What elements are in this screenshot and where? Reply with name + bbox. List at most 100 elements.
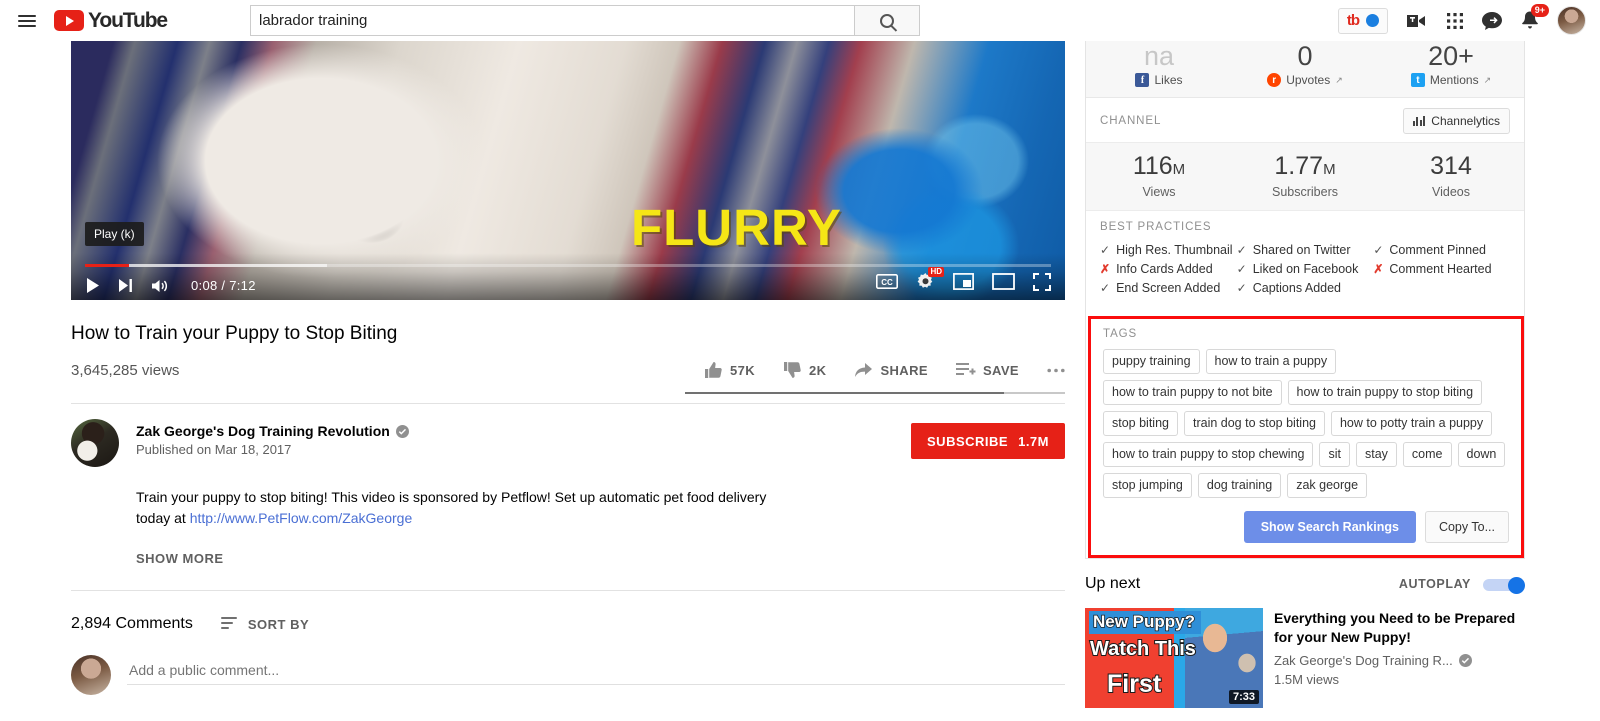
channel-section-header: CHANNEL Channelytics xyxy=(1086,98,1524,142)
tag-item[interactable]: stop jumping xyxy=(1103,473,1192,498)
channel-stat-subscribers: 1.77M Subscribers xyxy=(1232,152,1378,199)
masthead-right-icons: tb 9+ xyxy=(1337,0,1586,41)
play-button[interactable] xyxy=(85,277,101,294)
autoplay-toggle[interactable] xyxy=(1483,576,1525,594)
up-next-video-text: Everything you Need to be Prepared for y… xyxy=(1274,608,1525,708)
share-label: SHARE xyxy=(880,362,928,378)
tag-item[interactable]: how to train puppy to not bite xyxy=(1103,380,1282,405)
tag-item[interactable]: down xyxy=(1457,442,1506,467)
social-label-row[interactable]: r Upvotes ↗ xyxy=(1232,73,1378,87)
messages-button[interactable] xyxy=(1481,11,1503,31)
dislike-button[interactable]: 2K xyxy=(769,361,840,379)
up-next-channel-row[interactable]: Zak George's Dog Training R... xyxy=(1274,653,1525,668)
captions-button[interactable]: CC xyxy=(876,274,898,289)
up-next-video-item[interactable]: New Puppy? Watch This First 7:33 Everyth… xyxy=(1085,608,1525,708)
tag-item[interactable]: how to train a puppy xyxy=(1205,349,1337,374)
volume-button[interactable] xyxy=(151,278,170,294)
save-button[interactable]: SAVE xyxy=(942,362,1033,378)
check-icon: ✓ xyxy=(1100,281,1111,295)
show-search-rankings-button[interactable]: Show Search Rankings xyxy=(1243,511,1416,543)
video-player[interactable]: FLURRY Play (k) 0:08 / 7:12 CC HD xyxy=(71,41,1065,300)
up-next-thumbnail[interactable]: New Puppy? Watch This First 7:33 xyxy=(1085,608,1263,708)
reddit-icon: r xyxy=(1267,73,1282,87)
best-practices-column: ✓ Shared on Twitter ✓ Liked on Facebook … xyxy=(1237,241,1374,298)
tags-title: TAGS xyxy=(1103,328,1138,340)
best-practice-item: ✓ Shared on Twitter xyxy=(1237,241,1374,260)
thumbnail-text-line-1: New Puppy? xyxy=(1092,611,1196,632)
autoplay-control[interactable]: AUTOPLAY xyxy=(1398,576,1525,594)
tag-item[interactable]: how to train puppy to stop biting xyxy=(1287,380,1483,405)
video-meta-row: 3,645,285 views 57K 2K SHARE SAVE xyxy=(71,357,1065,383)
player-controls: 0:08 / 7:12 CC HD xyxy=(71,253,1065,300)
tags-section: TAGS puppy training how to train a puppy… xyxy=(1091,319,1521,555)
fullscreen-button[interactable] xyxy=(1033,272,1051,291)
youtube-play-icon xyxy=(54,10,84,31)
share-button[interactable]: SHARE xyxy=(840,362,942,378)
channel-avatar[interactable] xyxy=(71,419,119,467)
up-next-channel-name: Zak George's Dog Training R... xyxy=(1274,653,1453,668)
social-label-row[interactable]: t Mentions ↗ xyxy=(1378,73,1524,87)
next-video-button[interactable] xyxy=(118,278,134,293)
best-practices-title: BEST PRACTICES xyxy=(1100,221,1212,233)
tubebuddy-button[interactable]: tb xyxy=(1337,7,1388,34)
tag-item[interactable]: how to train puppy to stop chewing xyxy=(1103,442,1314,467)
stat-value: 116 xyxy=(1132,152,1173,180)
tubebuddy-status-dot xyxy=(1366,14,1379,27)
search-input[interactable] xyxy=(250,5,854,36)
guide-menu-button[interactable] xyxy=(0,12,54,30)
apps-grid-button[interactable] xyxy=(1446,12,1464,30)
create-video-button[interactable] xyxy=(1405,12,1429,30)
subscribe-button[interactable]: SUBSCRIBE 1.7M xyxy=(911,423,1065,459)
best-practice-item: ✗ Comment Hearted xyxy=(1373,260,1510,279)
secondary-column: na f Likes 0 r Upvotes ↗ 20+ t Mentions xyxy=(1085,41,1525,708)
divider-2 xyxy=(71,590,1065,591)
autoplay-label: AUTOPLAY xyxy=(1398,577,1471,591)
social-stats-row: na f Likes 0 r Upvotes ↗ 20+ t Mentions xyxy=(1086,41,1524,98)
comment-input[interactable] xyxy=(127,655,1065,685)
tag-list: puppy training how to train a puppy how … xyxy=(1103,349,1509,498)
tag-item[interactable]: how to potty train a puppy xyxy=(1330,411,1493,436)
check-icon: ✓ xyxy=(1236,281,1247,295)
account-avatar[interactable] xyxy=(1557,6,1586,35)
tag-item[interactable]: come xyxy=(1402,442,1452,467)
best-practices-header: BEST PRACTICES xyxy=(1086,211,1524,235)
best-practice-label: Comment Hearted xyxy=(1389,262,1492,276)
search-button[interactable] xyxy=(854,5,920,36)
cross-icon: ✗ xyxy=(1100,262,1111,276)
twitter-icon: t xyxy=(1410,73,1425,87)
tag-item[interactable]: puppy training xyxy=(1103,349,1200,374)
dislike-count: 2K xyxy=(809,362,827,378)
best-practice-label: Shared on Twitter xyxy=(1252,243,1351,257)
youtube-logo[interactable]: YouTube xyxy=(54,9,168,33)
tag-item[interactable]: sit xyxy=(1319,442,1350,467)
comment-count: 2,894 Comments xyxy=(71,615,193,632)
theater-mode-button[interactable] xyxy=(992,273,1015,290)
copy-to-button[interactable]: Copy To... xyxy=(1424,511,1509,543)
more-actions-button[interactable] xyxy=(1033,368,1065,373)
channel-name-row[interactable]: Zak George's Dog Training Revolution xyxy=(136,423,911,439)
like-ratio-bar xyxy=(685,392,1065,394)
description-link[interactable]: http://www.PetFlow.com/ZakGeorge xyxy=(190,510,413,526)
tag-item[interactable]: train dog to stop biting xyxy=(1183,411,1325,436)
masthead: YouTube tb 9+ xyxy=(0,0,1600,41)
progress-bar[interactable] xyxy=(85,264,1051,267)
notifications-button[interactable]: 9+ xyxy=(1520,4,1549,31)
settings-button[interactable]: HD xyxy=(916,267,944,291)
channelytics-button[interactable]: Channelytics xyxy=(1402,108,1510,134)
tag-item[interactable]: stay xyxy=(1355,442,1397,467)
tag-action-buttons: Show Search Rankings Copy To... xyxy=(1103,511,1509,543)
channel-stat-views: 116M Views xyxy=(1086,152,1232,199)
best-practices-column: ✓ Comment Pinned ✗ Comment Hearted xyxy=(1373,241,1510,298)
social-stat-cell: na f Likes xyxy=(1086,41,1232,97)
tag-item[interactable]: dog training xyxy=(1197,473,1282,498)
show-more-button[interactable]: SHOW MORE xyxy=(136,551,224,566)
channel-stat-videos: 314 Videos xyxy=(1378,152,1524,199)
miniplayer-button[interactable] xyxy=(953,273,974,290)
like-button[interactable]: 57K xyxy=(704,361,769,379)
sort-by-button[interactable]: SORT BY xyxy=(220,616,309,632)
tag-item[interactable]: stop biting xyxy=(1103,411,1178,436)
tag-item[interactable]: zak george xyxy=(1287,473,1368,498)
stat-label: Views xyxy=(1142,185,1176,199)
thumbnail-text-line-3: First xyxy=(1106,669,1162,699)
stat-value: 314 xyxy=(1430,152,1472,180)
